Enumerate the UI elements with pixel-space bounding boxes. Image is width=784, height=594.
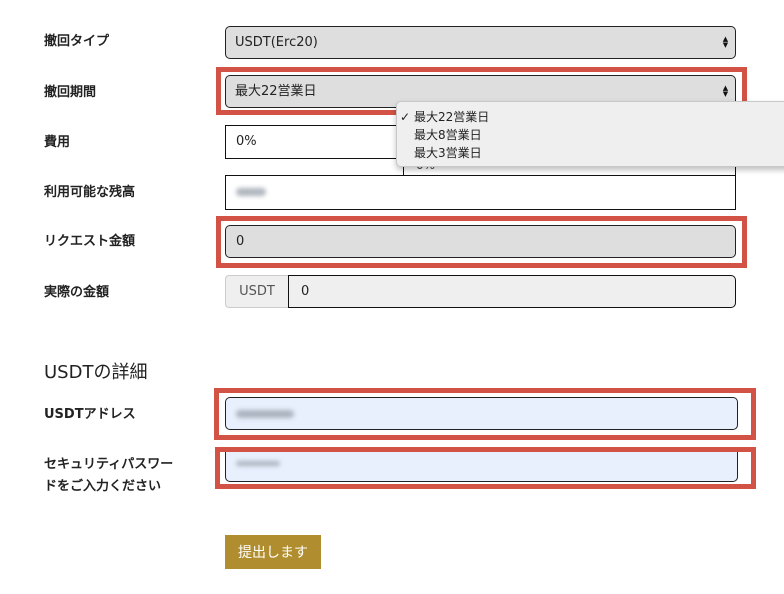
withdrawal-period-label: 撤回期間 [44, 85, 97, 100]
request-amount-input[interactable]: 0 [225, 225, 736, 258]
withdrawal-period-dropdown: ✓ 最大22営業日 最大8営業日 最大3営業日 [396, 101, 784, 167]
withdrawal-type-label: 撤回タイプ [44, 34, 110, 49]
withdrawal-type-select[interactable]: USDT(Erc20) ▲ ▼ [225, 26, 736, 59]
available-balance-label: 利用可能な残高 [44, 185, 136, 200]
available-balance-value-blurred [236, 187, 266, 196]
usdt-address-label: USDTアドレス [44, 407, 136, 422]
section-title: USDTの詳細 [44, 362, 148, 383]
submit-button[interactable]: 提出します [225, 535, 321, 569]
withdrawal-period-value: 最大22営業日 [235, 84, 317, 99]
dropdown-option[interactable]: 最大22営業日 [414, 108, 489, 126]
checkmark-icon: ✓ [400, 110, 411, 124]
available-balance-field [225, 175, 736, 210]
usdt-address-value-blurred [236, 409, 294, 418]
security-password-label-line1: セキュリティパスワー [44, 457, 174, 472]
actual-amount-label: 実際の金額 [44, 285, 110, 300]
request-amount-value: 0 [236, 234, 245, 249]
usdt-address-input[interactable] [225, 397, 738, 430]
select-arrows-icon: ▲ ▼ [722, 35, 729, 49]
security-password-label: セキュリティパスワー ドをご入力ください [44, 454, 173, 498]
request-amount-label: リクエスト金額 [44, 234, 136, 249]
select-arrows-icon: ▲ ▼ [722, 84, 729, 98]
fee-value: 0% [236, 134, 257, 149]
currency-addon: USDT [225, 275, 288, 308]
security-password-value-blurred [236, 461, 280, 466]
security-password-label-line2: ドをご入力ください [44, 479, 162, 494]
dropdown-option[interactable]: 最大8営業日 [414, 126, 482, 144]
actual-amount-field: 0 [288, 275, 736, 308]
actual-amount-value: 0 [301, 284, 310, 299]
fee-label: 費用 [44, 135, 71, 150]
withdrawal-type-value: USDT(Erc20) [235, 35, 318, 50]
security-password-input[interactable] [225, 452, 738, 482]
dropdown-option[interactable]: 最大3営業日 [414, 144, 482, 162]
